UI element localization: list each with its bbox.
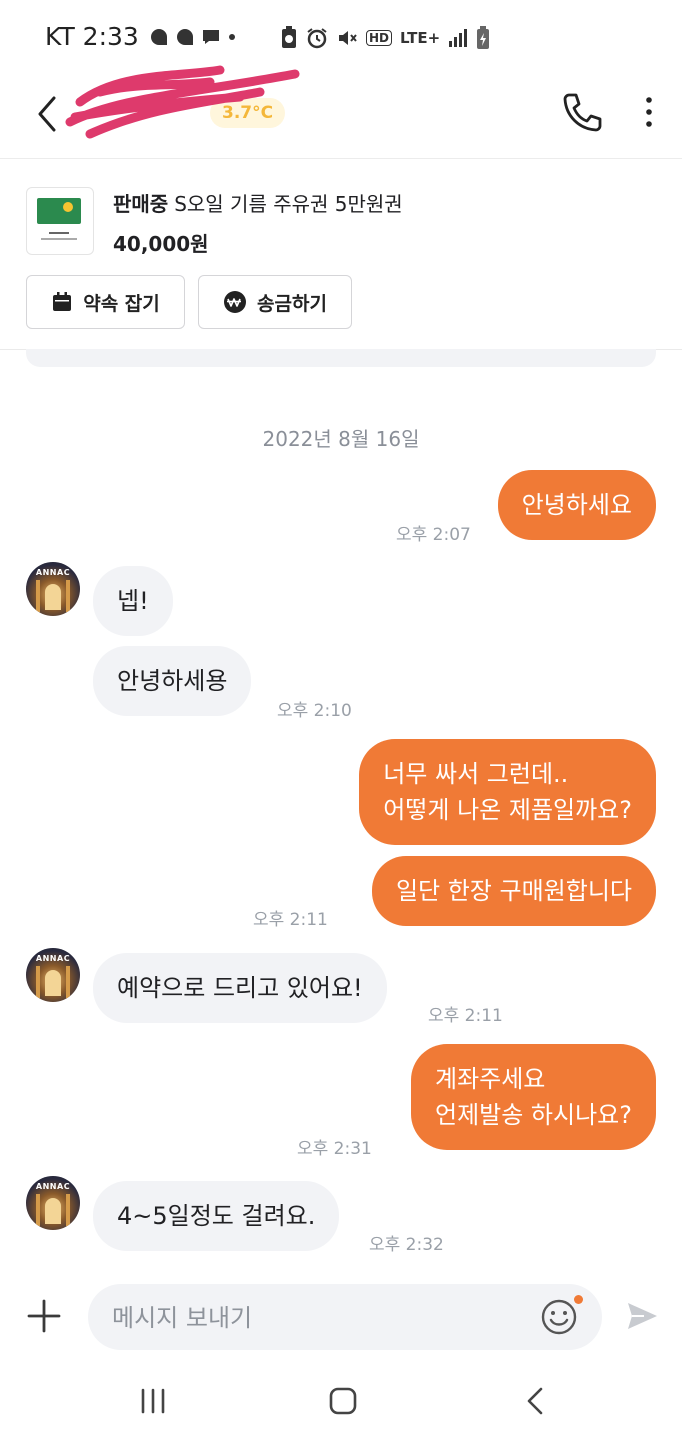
won-icon [224, 291, 247, 313]
plus-icon[interactable] [26, 1298, 62, 1334]
notification-icon [176, 28, 193, 45]
my-message-bubble[interactable]: 계좌주세요 언제발송 하시나요? [410, 1044, 656, 1150]
avatar[interactable]: ANNAC [26, 1176, 80, 1230]
signal-icon [449, 29, 468, 47]
message-time: 오후 2:31 [297, 1139, 372, 1159]
message-time: 오후 2:07 [396, 525, 471, 545]
carrier-time: KT 2:33 [45, 22, 139, 51]
their-message-bubble[interactable]: 넵! [93, 566, 173, 636]
battery-saver-icon [282, 26, 296, 48]
message-text: 4~5일정도 걸려요. [117, 1202, 316, 1230]
message-input-container[interactable] [88, 1284, 602, 1350]
send-icon[interactable] [624, 1298, 660, 1334]
product-title[interactable]: 판매중 S오일 기름 주유권 5만원권 [113, 188, 403, 217]
status-right: HD LTE+ [280, 26, 490, 50]
message-input[interactable] [110, 1298, 534, 1338]
avatar-label: ANNAC [35, 568, 71, 577]
product-name: S오일 기름 주유권 5만원권 [174, 192, 403, 216]
sale-status: 판매중 [113, 192, 169, 216]
emoji-icon[interactable] [540, 1298, 578, 1336]
date-separator: 2022년 8월 16일 [262, 427, 420, 451]
home-icon[interactable] [328, 1386, 358, 1416]
redaction-scribble [65, 65, 300, 139]
message-text: 너무 싸서 그런데.. [383, 760, 569, 788]
alarm-icon [307, 28, 327, 49]
message-text: 어떻게 나온 제품일까요? [383, 796, 632, 824]
message-text: 예약으로 드리고 있어요! [117, 974, 363, 1002]
nav-back-icon[interactable] [524, 1386, 546, 1416]
make-appointment-button[interactable]: 약속 잡기 [26, 275, 185, 329]
make-appointment-label: 약속 잡기 [83, 292, 160, 315]
notification-icon [150, 28, 167, 45]
avatar-label: ANNAC [35, 954, 71, 963]
their-message-bubble[interactable]: 예약으로 드리고 있어요! [93, 953, 387, 1023]
avatar[interactable]: ANNAC [26, 562, 80, 616]
message-text: 일단 한장 구매원합니다 [395, 877, 632, 905]
message-text: 안녕하세요 [521, 491, 632, 519]
product-price: 40,000원 [113, 232, 209, 256]
more-vert-icon[interactable] [634, 92, 664, 132]
calendar-icon [53, 292, 72, 311]
product-thumbnail[interactable] [26, 187, 94, 255]
lte-label: LTE+ [400, 29, 441, 47]
more-notifications-icon [228, 33, 235, 40]
message-text: 넵! [117, 587, 149, 615]
message-text: 언제발송 하시나요? [434, 1101, 632, 1129]
message-icon [202, 29, 219, 44]
message-time: 오후 2:11 [428, 1006, 503, 1026]
hd-badge: HD [366, 30, 393, 46]
my-message-bubble[interactable]: 너무 싸서 그런데.. 어떻게 나온 제품일까요? [359, 739, 656, 845]
remit-button[interactable]: 송금하기 [198, 275, 352, 329]
battery-icon [477, 26, 490, 49]
new-badge-dot [574, 1295, 583, 1304]
message-text: 안녕하세용 [117, 667, 228, 695]
message-time: 오후 2:10 [277, 701, 352, 721]
phone-icon[interactable] [560, 90, 604, 134]
collapsed-banner [26, 349, 656, 367]
avatar-label: ANNAC [35, 1182, 71, 1191]
status-left: KT 2:33 [45, 22, 237, 51]
recent-apps-icon[interactable] [138, 1388, 168, 1414]
their-message-bubble[interactable]: 4~5일정도 걸려요. [93, 1181, 340, 1251]
message-time: 오후 2:32 [369, 1235, 444, 1255]
message-text: 계좌주세요 [434, 1065, 546, 1093]
their-message-bubble[interactable]: 안녕하세용 [93, 646, 252, 716]
message-time: 오후 2:11 [253, 910, 328, 930]
mute-icon [339, 31, 357, 45]
remit-label: 송금하기 [257, 292, 327, 315]
my-message-bubble[interactable]: 일단 한장 구매원합니다 [371, 856, 656, 926]
avatar[interactable]: ANNAC [26, 948, 80, 1002]
my-message-bubble[interactable]: 안녕하세요 [497, 470, 656, 540]
